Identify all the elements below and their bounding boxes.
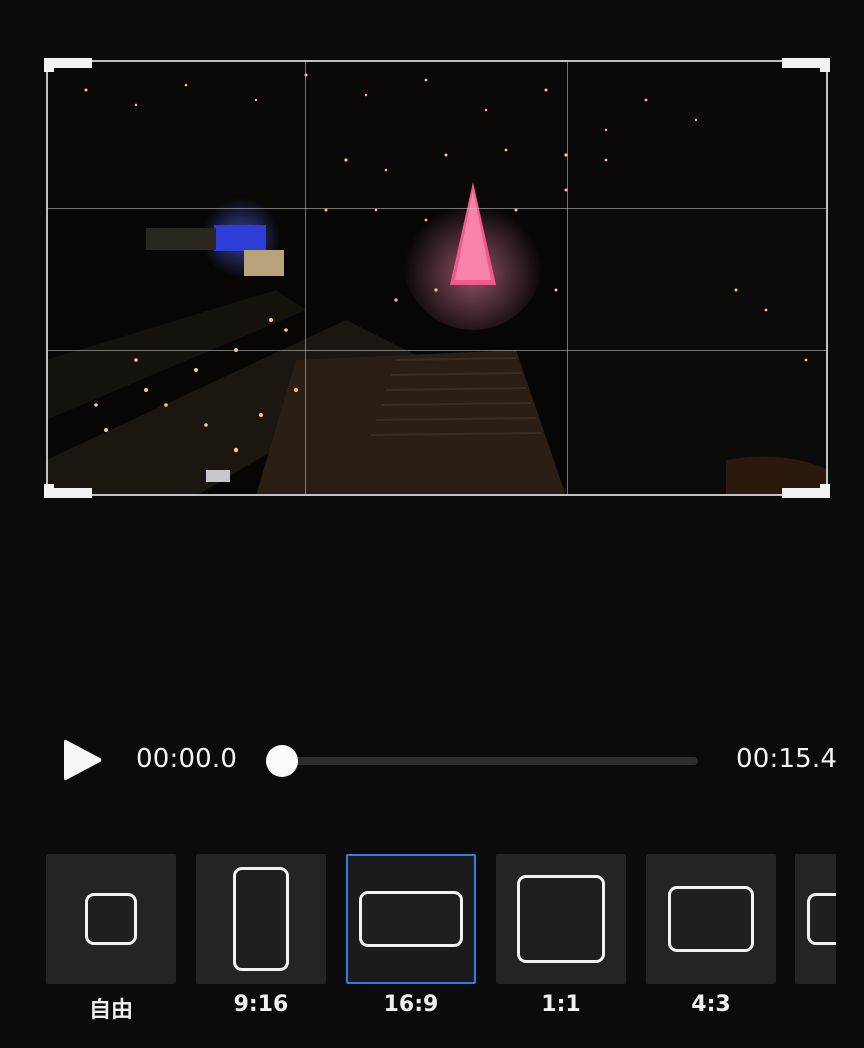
ratio-option-16-9[interactable]: 16:9 (346, 854, 476, 1017)
ratio-option-free[interactable]: 自由 (46, 854, 176, 1024)
seek-bar-thumb[interactable] (266, 745, 298, 777)
crop-handle-top-right-side[interactable] (820, 58, 830, 72)
grid-line-vertical-1 (305, 60, 306, 496)
play-icon (64, 739, 102, 781)
grid-line-horizontal-1 (46, 208, 828, 209)
crop-frame[interactable] (44, 58, 830, 498)
total-duration: 00:15.4 (736, 744, 838, 774)
ratio-option-1-1[interactable]: 1:1 (496, 854, 626, 1017)
ratio-tile (795, 854, 836, 984)
free-ratio-icon (85, 893, 137, 945)
partial-ratio-icon (807, 893, 836, 945)
square-1-1-icon (517, 875, 605, 963)
grid-line-horizontal-2 (46, 350, 828, 351)
ratio-tile (646, 854, 776, 984)
crop-border (46, 60, 828, 496)
ratio-option-partial[interactable] (795, 854, 836, 992)
landscape-16-9-icon (359, 891, 463, 947)
ratio-tile (196, 854, 326, 984)
ratio-option-4-3[interactable]: 4:3 (646, 854, 776, 1017)
ratio-label: 9:16 (233, 992, 289, 1017)
current-time: 00:00.0 (136, 744, 238, 774)
crop-handle-top-left-side[interactable] (44, 58, 54, 72)
ratio-option-9-16[interactable]: 9:16 (196, 854, 326, 1017)
ratio-tile (346, 854, 476, 984)
ratio-tile (496, 854, 626, 984)
seek-bar[interactable] (282, 757, 698, 765)
landscape-4-3-icon (668, 886, 754, 952)
ratio-label: 4:3 (691, 992, 731, 1017)
grid-line-vertical-2 (567, 60, 568, 496)
ratio-label: 1:1 (541, 992, 581, 1017)
ratio-label: 16:9 (383, 992, 439, 1017)
portrait-9-16-icon (233, 867, 289, 971)
crop-handle-bottom-right-side[interactable] (820, 484, 830, 498)
crop-handle-bottom-left-side[interactable] (44, 484, 54, 498)
aspect-ratio-list: 自由 9:16 16:9 1:1 4:3 (46, 854, 836, 1034)
ratio-tile (46, 854, 176, 984)
ratio-label: 自由 (88, 998, 133, 1023)
play-button[interactable] (60, 736, 106, 784)
